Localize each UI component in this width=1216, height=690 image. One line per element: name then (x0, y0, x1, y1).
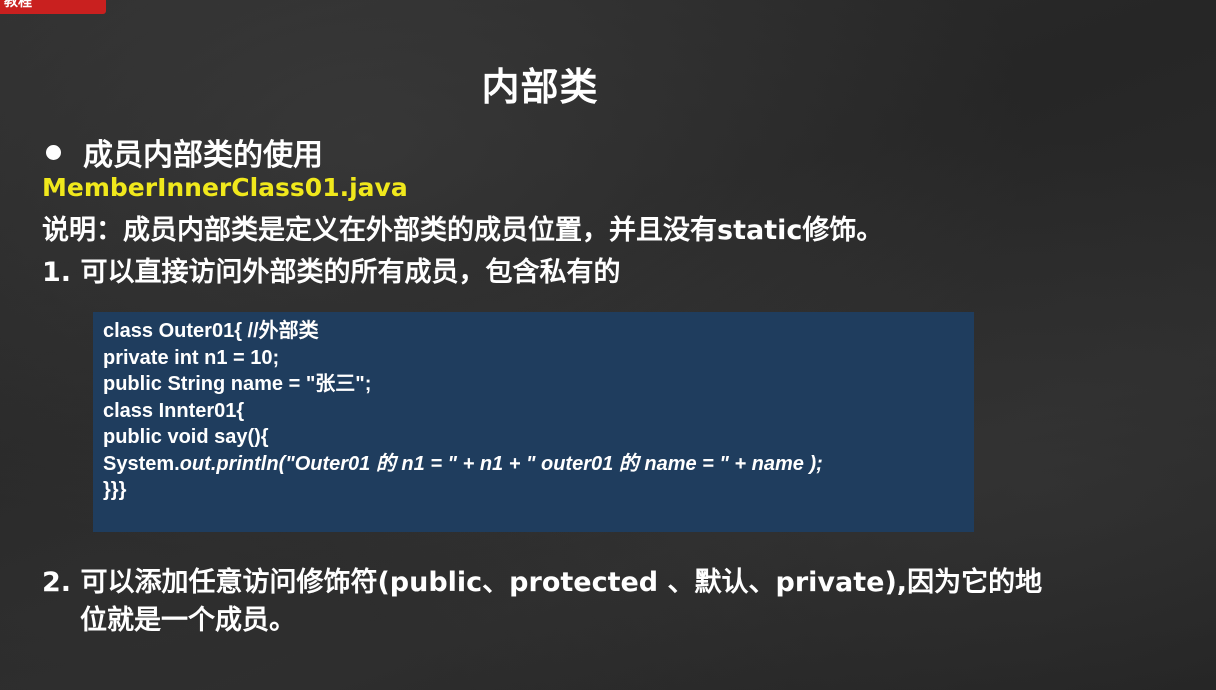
code-line-6: System.out.println("Outer01 的 n1 = " + n… (103, 451, 964, 478)
code-line-6-italic: out.println("Outer01 的 n1 = " + n1 + " o… (179, 452, 823, 475)
point-2: 2. 可以添加任意访问修饰符(public、protected 、默认、priv… (42, 564, 1202, 640)
code-line-1: class Outer01{ //外部类 (103, 320, 319, 342)
bullet-text: 成员内部类的使用 (83, 138, 323, 173)
code-line-2: private int n1 = 10; (103, 346, 280, 369)
corner-tab: 教程 (0, 0, 106, 14)
source-filename: MemberInnerClass01.java (42, 173, 408, 202)
point-1: 1. 可以直接访问外部类的所有成员，包含私有的 (42, 257, 621, 288)
bullet-heading: 成员内部类的使用 (42, 130, 323, 174)
code-line-3: public String name = "张三"; (103, 373, 372, 395)
description-note: 说明：成员内部类是定义在外部类的成员位置，并且没有static修饰。 (42, 215, 884, 246)
point-2-line-1: 2. 可以添加任意访问修饰符(public、protected 、默认、priv… (42, 567, 1043, 598)
code-line-4: class Innter01{ (103, 399, 245, 422)
bullet-dot-icon (46, 144, 61, 160)
code-line-6-prefix: System. (103, 452, 180, 475)
code-block: class Outer01{ //外部类 private int n1 = 10… (93, 312, 974, 532)
point-2-line-2: 位就是一个成员。 (80, 605, 296, 636)
slide-title: 内部类 (481, 65, 599, 109)
code-line-7: }}} (103, 479, 127, 501)
code-line-5: public void say(){ (103, 426, 269, 448)
corner-tab-label: 教程 (4, 0, 32, 10)
